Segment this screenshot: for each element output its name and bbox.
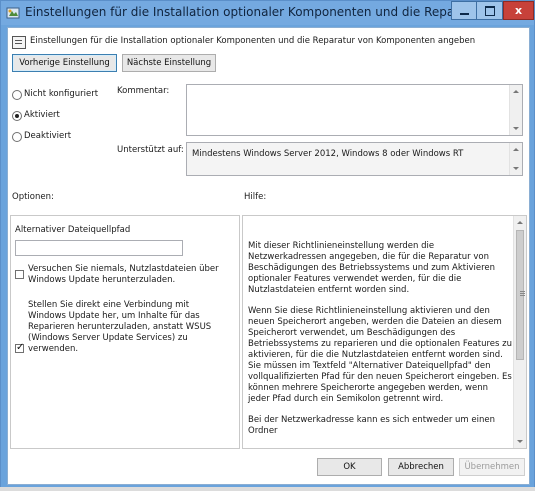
comment-label: Kommentar: (117, 86, 170, 96)
scroll-down-icon[interactable] (517, 440, 523, 443)
scroll-up-icon[interactable] (517, 221, 523, 224)
setting-header-text: Einstellungen für die Installation optio… (30, 36, 476, 46)
supported-scrollbar[interactable] (509, 143, 522, 175)
supported-on-label: Unterstützt auf: (117, 145, 184, 155)
apply-button[interactable]: Übernehmen (459, 458, 525, 476)
maximize-button[interactable] (477, 1, 503, 20)
ok-button[interactable]: OK (317, 458, 382, 476)
grip-icon (520, 291, 525, 296)
background-strip (0, 487, 535, 491)
help-paragraph: Wenn Sie diese Richtlinieneinstellung ak… (248, 306, 512, 404)
next-setting-button[interactable]: Nächste Einstellung (122, 54, 216, 72)
help-scrollbar[interactable] (513, 216, 526, 448)
alt-source-path-label: Alternativer Dateiquellpfad (15, 225, 131, 235)
help-panel: Mit dieser Richtlinieneinstellung werden… (242, 215, 527, 449)
setting-document-icon (12, 36, 26, 49)
scroll-up-icon[interactable] (513, 90, 519, 93)
never-download-checkbox[interactable] (15, 270, 24, 279)
comment-scrollbar[interactable] (509, 85, 522, 135)
help-paragraph: Mit dieser Richtlinieneinstellung werden… (248, 241, 495, 295)
help-paragraph: Bei der Netzwerkadresse kann es sich ent… (248, 415, 495, 436)
minimize-button[interactable] (451, 1, 477, 20)
dialog-client-area: Einstellungen für die Installation optio… (7, 27, 530, 485)
policy-setting-icon (6, 7, 20, 19)
options-panel: Alternativer Dateiquellpfad Versuchen Si… (10, 215, 240, 449)
radio-not-configured-label: Nicht konfiguriert (24, 89, 99, 99)
scroll-down-icon[interactable] (513, 167, 519, 170)
previous-setting-button[interactable]: Vorherige Einstellung (12, 54, 117, 72)
supported-on-field: Mindestens Windows Server 2012, Windows … (186, 142, 523, 176)
direct-wu-checkbox-row[interactable]: Stellen Sie direkt eine Verbindung mit W… (15, 300, 230, 354)
supported-on-value: Mindestens Windows Server 2012, Windows … (192, 149, 464, 159)
help-heading: Hilfe: (244, 192, 267, 202)
scroll-down-icon[interactable] (513, 127, 519, 130)
alt-source-path-input[interactable] (15, 240, 183, 256)
options-heading: Optionen: (12, 192, 54, 202)
help-text: Mit dieser Richtlinieneinstellung werden… (248, 241, 512, 447)
radio-disabled-label: Deaktiviert (24, 131, 72, 141)
close-button[interactable]: x (503, 1, 534, 20)
radio-enabled-indicator[interactable] (12, 111, 22, 121)
title-bar[interactable]: Einstellungen für die Installation optio… (1, 1, 534, 25)
help-scroll-thumb[interactable] (516, 230, 525, 360)
never-download-label: Versuchen Sie niemals, Nutzlastdateien ü… (28, 264, 219, 285)
never-download-checkbox-row[interactable]: Versuchen Sie niemals, Nutzlastdateien ü… (15, 264, 230, 290)
radio-enabled-label: Aktiviert (24, 110, 60, 120)
cancel-button[interactable]: Abbrechen (388, 458, 454, 476)
direct-wu-label: Stellen Sie direkt eine Verbindung mit W… (28, 300, 212, 354)
comment-textarea[interactable] (186, 84, 523, 136)
direct-wu-checkbox[interactable] (15, 342, 24, 353)
radio-disabled-indicator[interactable] (12, 132, 22, 142)
radio-not-configured-indicator[interactable] (12, 90, 22, 100)
scroll-up-icon[interactable] (513, 148, 519, 151)
policy-dialog-window: Einstellungen für die Installation optio… (0, 0, 535, 489)
